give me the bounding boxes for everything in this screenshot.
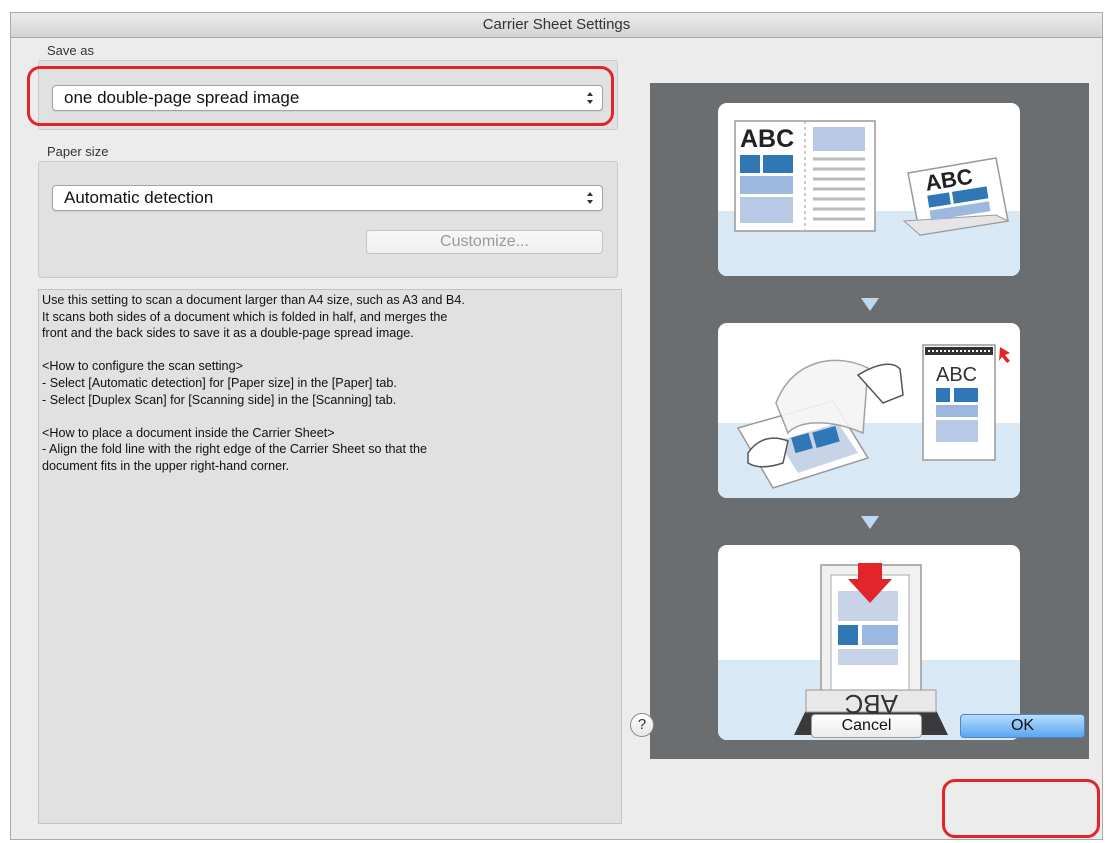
description-line: Use this setting to scan a document larg… (42, 293, 465, 307)
ok-button[interactable]: OK (960, 714, 1085, 738)
down-triangle-icon (861, 516, 879, 529)
description-line: - Select [Automatic detection] for [Pape… (42, 375, 397, 390)
carrier-sheet-insert-illustration: ABC (736, 344, 1010, 489)
description-line: document fits in the upper right-hand co… (42, 458, 290, 473)
ok-button-highlight (942, 779, 1100, 838)
paper-size-label: Paper size (47, 144, 109, 159)
step-one-panel: ABC ABC (718, 103, 1020, 276)
step-two-panel: ABC (718, 323, 1020, 498)
description-line: <How to configure the scan setting> (42, 359, 243, 374)
description-line: - Align the fold line with the right edg… (42, 442, 428, 457)
open-book-illustration: ABC ABC (734, 120, 1010, 236)
save-as-label: Save as (47, 43, 94, 58)
step-three-panel: ABC (718, 545, 1020, 740)
popup-arrows-icon (587, 192, 593, 204)
description-line: It scans both sides of a document which … (42, 309, 448, 324)
description-text: Use this setting to scan a document larg… (38, 289, 622, 824)
carrier-sheet-settings-window: Carrier Sheet Settings Save as one doubl… (10, 12, 1103, 840)
cancel-button[interactable]: Cancel (811, 714, 922, 738)
help-icon[interactable]: ? (630, 713, 654, 737)
description-line: <How to place a document inside the Carr… (42, 425, 335, 440)
paper-size-group (38, 161, 618, 278)
paper-size-value: Automatic detection (64, 188, 214, 207)
customize-button[interactable]: Customize... (366, 230, 603, 254)
description-line: - Select [Duplex Scan] for [Scanning sid… (42, 392, 397, 407)
description-line: front and the back sides to save it as a… (42, 326, 414, 341)
abc-text: ABC (740, 125, 794, 153)
illustration-panel: ABC ABC ABC ABC (650, 83, 1089, 759)
scanner-feed-illustration: ABC (794, 563, 948, 735)
paper-size-select[interactable]: Automatic detection (52, 185, 603, 211)
save-as-highlight (27, 66, 614, 126)
abc-text: ABC (936, 364, 977, 386)
window-title: Carrier Sheet Settings (11, 13, 1102, 38)
down-triangle-icon (861, 298, 879, 311)
